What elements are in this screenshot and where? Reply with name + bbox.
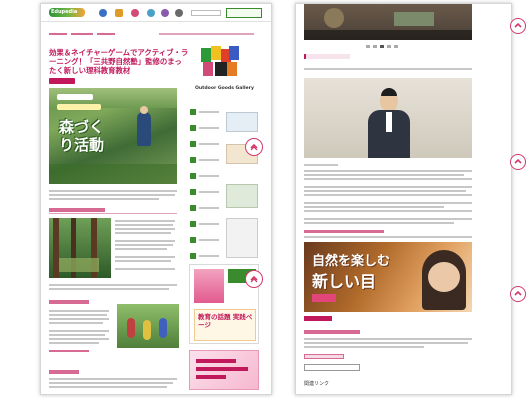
nav-icon-5[interactable]	[161, 9, 169, 17]
breadcrumb	[49, 32, 139, 37]
sidebar-item[interactable]	[190, 204, 220, 212]
nav-icon-6[interactable]	[175, 9, 183, 17]
hero-image[interactable]: 森づくり活動	[49, 88, 177, 184]
promo-text-2: 新しい目	[312, 272, 377, 291]
hero-title: 森づくり活動	[59, 118, 105, 154]
sidebar-item[interactable]	[190, 108, 220, 116]
chevron-up-icon	[250, 143, 258, 151]
article-title: 効果＆ネイチャーゲームでアクティブ・ラーニング！「三共野自然塾」監修のまったく新…	[49, 48, 189, 75]
nav-icon-1[interactable]	[99, 9, 107, 17]
top-photo[interactable]	[304, 4, 472, 40]
sidebar-thumb[interactable]	[226, 112, 258, 132]
footer-button-2[interactable]	[304, 364, 360, 371]
footer-heading	[304, 330, 360, 334]
children-image[interactable]	[117, 304, 179, 348]
bottom-heading	[49, 370, 79, 374]
person-photo[interactable]	[304, 78, 472, 158]
carousel-dots[interactable]	[366, 45, 406, 48]
header-banner[interactable]	[226, 8, 262, 18]
sidebar-thumb[interactable]	[226, 184, 258, 208]
scroll-up-button[interactable]	[510, 286, 526, 302]
footer-button-1[interactable]	[304, 354, 344, 359]
chevron-up-icon	[514, 158, 522, 164]
scroll-up-button[interactable]	[510, 18, 526, 34]
promo-image[interactable]: 自然を楽しむ 新しい目	[304, 242, 472, 312]
inline-link[interactable]	[49, 350, 89, 352]
chevron-up-icon	[514, 290, 522, 296]
sidebar-item[interactable]	[190, 124, 220, 132]
hero-subbadge	[57, 104, 101, 110]
sidebar-ad-box-2[interactable]	[189, 350, 259, 390]
scroll-up-button[interactable]	[510, 154, 526, 170]
site-header: Edupedia	[41, 4, 271, 22]
search-input[interactable]	[191, 10, 221, 16]
nav-icon-3[interactable]	[131, 9, 139, 17]
sidebar-item[interactable]	[190, 156, 220, 164]
hero-person	[137, 112, 151, 146]
hero-person-head	[140, 106, 148, 114]
sidebar-item[interactable]	[190, 140, 220, 148]
sidebar-item[interactable]	[190, 252, 220, 260]
promo-link[interactable]	[304, 316, 332, 321]
chevron-up-icon	[250, 275, 258, 283]
event-heading	[304, 230, 384, 233]
scroll-up-button[interactable]	[245, 270, 263, 288]
sidebar-thumb[interactable]	[226, 218, 258, 258]
section-heading	[304, 54, 350, 59]
footer-label: 関連リンク	[304, 381, 330, 387]
section-heading	[49, 208, 105, 212]
breadcrumb-right	[159, 32, 259, 37]
category-tag[interactable]	[49, 78, 75, 84]
sidebar-item[interactable]	[190, 172, 220, 180]
nav-icon-2[interactable]	[115, 9, 123, 17]
article-page-right: 自然を楽しむ 新しい目 関連リンク	[295, 3, 512, 395]
sidebar-item[interactable]	[190, 220, 220, 228]
brand-logo-image[interactable]: Outdoor Goods Gallery	[193, 44, 255, 102]
scroll-up-button[interactable]	[245, 138, 263, 156]
chevron-up-icon	[514, 22, 522, 28]
sidebar-item[interactable]	[190, 236, 220, 244]
hero-badge	[57, 94, 93, 100]
subsection-heading	[49, 300, 89, 304]
ad-text: 教育の話題 実践ページ	[198, 313, 253, 329]
brand-name: Outdoor Goods Gallery	[195, 86, 254, 91]
article-page-left: Edupedia 効果＆ネイチャーゲームでアクティブ・ラーニング！「三共野自然塾…	[40, 3, 272, 395]
site-logo[interactable]: Edupedia	[49, 8, 85, 17]
sidebar-item[interactable]	[190, 188, 220, 196]
forest-image[interactable]	[49, 218, 111, 278]
promo-badge	[312, 294, 336, 302]
nav-icon-4[interactable]	[147, 9, 155, 17]
promo-text-1: 自然を楽しむ	[312, 254, 391, 269]
